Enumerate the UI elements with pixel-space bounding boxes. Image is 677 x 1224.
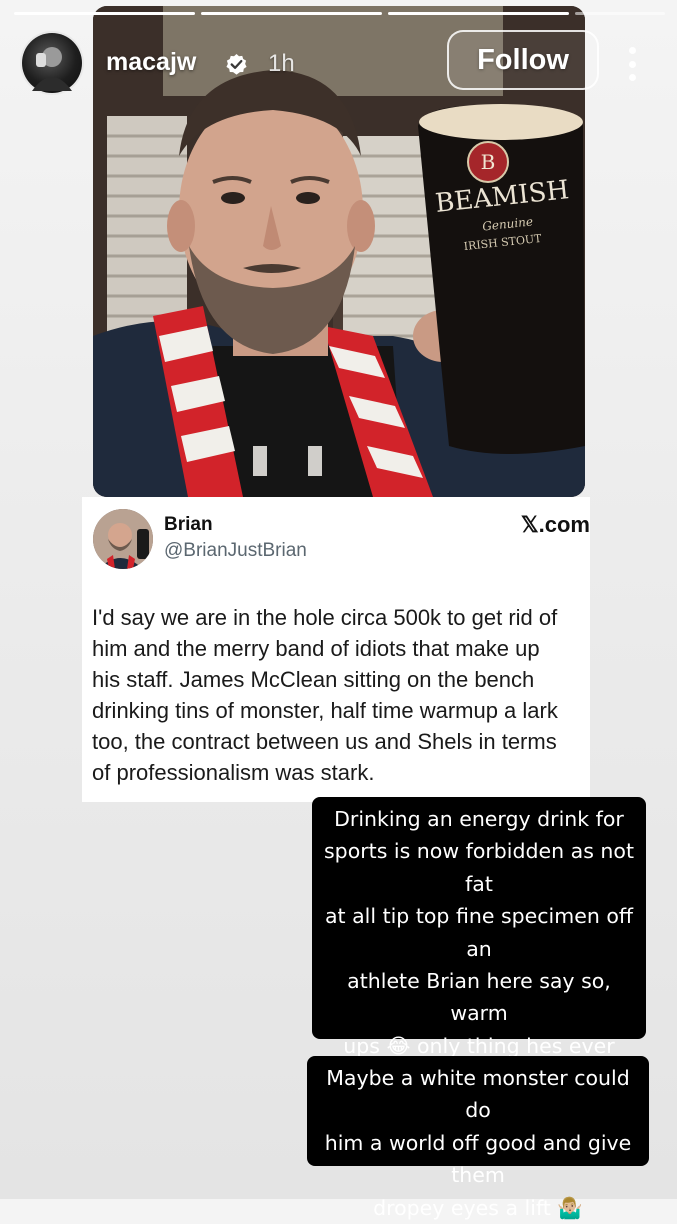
tweet-author-handle: @BrianJustBrian <box>164 540 307 561</box>
progress-segment <box>200 12 382 15</box>
tweet-source-label: 𝕏.com <box>520 512 590 537</box>
avatar[interactable] <box>22 33 82 93</box>
post-time: 1h <box>268 50 295 77</box>
progress-segment <box>574 12 665 15</box>
progress-segment <box>387 12 569 15</box>
follow-button[interactable]: Follow <box>447 30 599 90</box>
story-header: macajw 1h Follow <box>22 30 657 95</box>
story-caption[interactable]: Maybe a white monster could do him a wor… <box>307 1056 649 1220</box>
more-vertical-icon[interactable] <box>627 47 637 81</box>
progress-segment <box>14 12 195 15</box>
tweet-avatar <box>93 509 153 569</box>
can-logo-mark: B <box>481 150 496 174</box>
story-progress <box>14 12 665 15</box>
verified-badge-icon <box>226 53 247 75</box>
tweet-author-name: Brian <box>164 514 213 535</box>
story-caption[interactable]: Drinking an energy drink for sports is n… <box>312 797 646 1123</box>
tweet-text: I'd say we are in the hole circa 500k to… <box>92 605 558 785</box>
username[interactable]: macajw <box>106 48 196 77</box>
tweet-card: Brian @BrianJustBrian 𝕏.com I'd say we a… <box>82 497 590 802</box>
